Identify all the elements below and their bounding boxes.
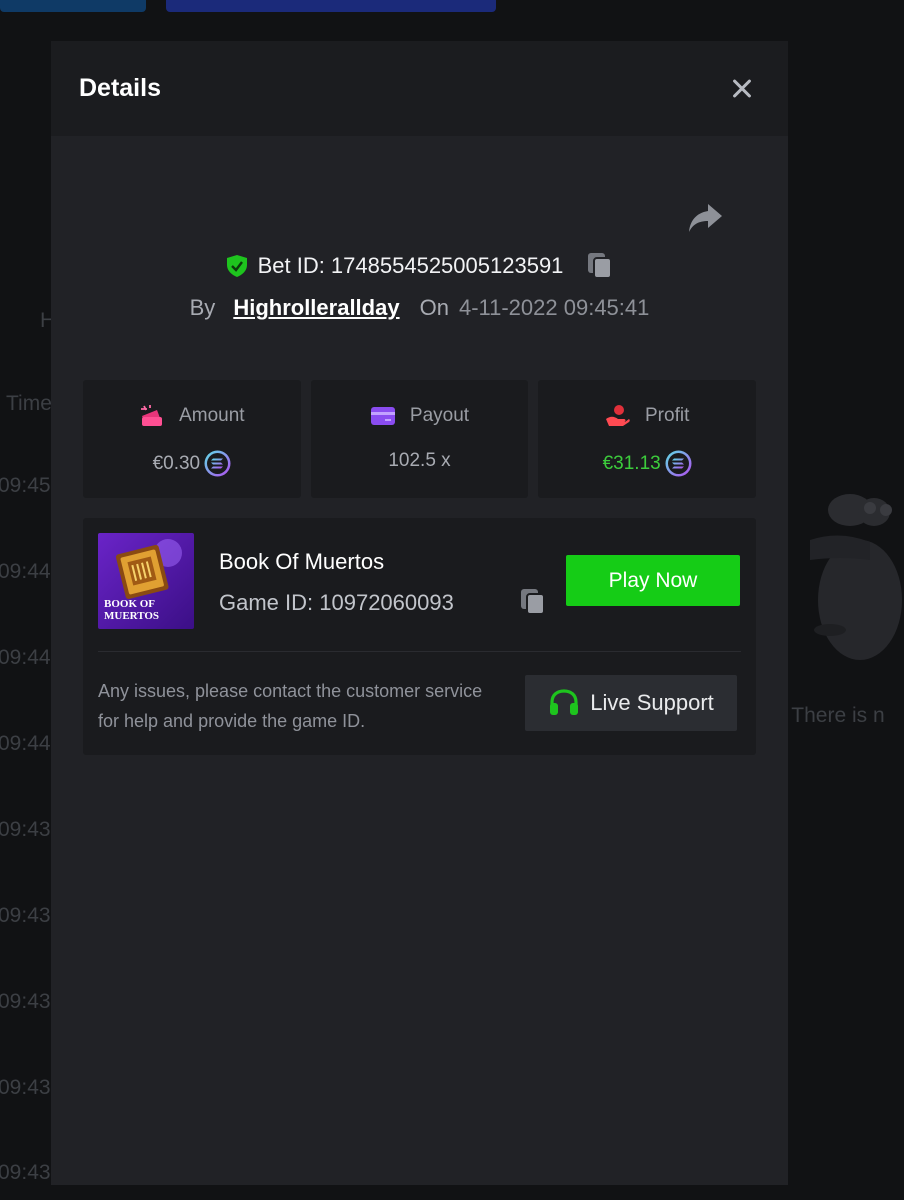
background-tab-2 bbox=[166, 0, 496, 12]
background-time-row: 09:45: bbox=[0, 474, 57, 497]
solana-coin-icon bbox=[665, 450, 692, 477]
modal-title: Details bbox=[79, 74, 161, 102]
profit-value: €31.13 bbox=[602, 452, 661, 474]
live-support-label: Live Support bbox=[590, 690, 714, 715]
background-time-row: 09:43: bbox=[0, 1076, 57, 1099]
payout-label: Payout bbox=[409, 405, 470, 426]
stats-row: Amount €0.30 Payout 102.5 x Profit €31.1… bbox=[83, 380, 757, 498]
game-title[interactable]: Book Of Muertos bbox=[219, 549, 384, 575]
game-thumbnail[interactable]: BOOK OF MUERTOS bbox=[98, 533, 194, 629]
live-support-button[interactable]: Live Support bbox=[525, 675, 737, 731]
amount-label: Amount bbox=[179, 405, 245, 426]
background-tab-1 bbox=[0, 0, 146, 12]
mascot-illustration bbox=[810, 494, 902, 660]
modal-header: Details bbox=[51, 41, 788, 136]
background-empty-text: ! There is n bbox=[780, 704, 885, 727]
headset-icon bbox=[550, 689, 579, 715]
profit-stat: Profit €31.13 bbox=[538, 380, 757, 498]
bet-meta-row: By Highrollerallday On 4-11-2022 09:45:4… bbox=[51, 295, 788, 321]
background-time-header: Time bbox=[6, 392, 52, 415]
background-time-row: 09:44: bbox=[0, 646, 57, 669]
hand-coin-icon bbox=[606, 405, 630, 426]
amount-value: €0.30 bbox=[152, 452, 201, 474]
close-icon[interactable] bbox=[728, 75, 756, 103]
bet-id-row: Bet ID: 1748554525005123591 bbox=[51, 252, 788, 280]
on-label: On bbox=[419, 295, 449, 320]
username-link[interactable]: Highrollerallday bbox=[233, 295, 399, 321]
shield-check-icon bbox=[226, 255, 247, 277]
background-time-row: 09:44: bbox=[0, 732, 57, 755]
support-message: Any issues, please contact the customer … bbox=[98, 681, 483, 731]
game-card: BOOK OF MUERTOS Book Of Muertos Game ID:… bbox=[83, 518, 756, 755]
divider bbox=[98, 651, 741, 652]
game-thumb-text-1: BOOK OF bbox=[104, 598, 155, 610]
payout-value: 102.5 x bbox=[388, 450, 451, 471]
share-icon[interactable] bbox=[688, 202, 724, 234]
background-time-row: 09:43: bbox=[0, 990, 57, 1013]
copy-icon[interactable] bbox=[587, 252, 613, 280]
bet-id: Bet ID: 1748554525005123591 bbox=[257, 253, 564, 278]
background-time-row: 09:44: bbox=[0, 560, 57, 583]
background-time-row: 09:43: bbox=[0, 818, 57, 841]
wallet-icon bbox=[141, 405, 163, 426]
solana-coin-icon bbox=[204, 450, 231, 477]
game-id: Game ID: 10972060093 bbox=[219, 590, 454, 615]
by-label: By bbox=[189, 295, 216, 320]
bet-date: 4-11-2022 09:45:41 bbox=[458, 295, 650, 320]
play-now-button[interactable]: Play Now bbox=[566, 555, 740, 606]
details-modal: Details Bet ID: 1748554525005123591 By H… bbox=[51, 41, 788, 1185]
payout-stat: Payout 102.5 x bbox=[310, 380, 529, 498]
game-thumb-text-2: MUERTOS bbox=[104, 610, 159, 622]
copy-icon[interactable] bbox=[520, 588, 546, 616]
card-icon bbox=[370, 407, 395, 425]
amount-stat: Amount €0.30 bbox=[83, 380, 301, 498]
background-time-row: 09:43: bbox=[0, 904, 57, 927]
profit-label: Profit bbox=[645, 405, 690, 426]
background-time-row: 09:43: bbox=[0, 1161, 57, 1184]
